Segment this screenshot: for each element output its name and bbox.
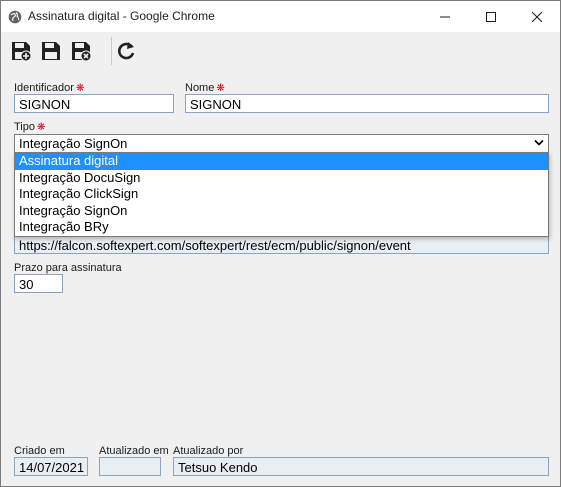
tipo-selected-value: Integração SignOn bbox=[19, 136, 128, 151]
criado-em-label: Criado em bbox=[14, 445, 65, 457]
save-close-icon bbox=[72, 42, 92, 62]
prazo-input[interactable]: 30 bbox=[14, 274, 63, 293]
dropdown-option[interactable]: Integração BRy bbox=[15, 219, 548, 236]
save-new-button[interactable] bbox=[10, 40, 32, 62]
atualizado-por-label: Atualizado por bbox=[173, 445, 244, 457]
minimize-button[interactable] bbox=[422, 1, 468, 32]
window-title: Assinatura digital - Google Chrome bbox=[28, 9, 215, 23]
close-window-button[interactable] bbox=[514, 1, 560, 32]
maximize-icon bbox=[486, 11, 496, 22]
atualizado-em-label: Atualizado em bbox=[99, 445, 169, 457]
minimize-icon bbox=[440, 16, 450, 17]
required-icon: ❋ bbox=[75, 83, 85, 94]
required-icon: ❋ bbox=[37, 122, 46, 133]
browser-window: Assinatura digital - Google Chrome Ident… bbox=[0, 0, 561, 487]
nome-label: Nome ❋ bbox=[185, 82, 225, 94]
atualizado-em-field bbox=[99, 457, 161, 476]
refresh-icon bbox=[118, 42, 135, 60]
refresh-button[interactable] bbox=[115, 40, 137, 62]
identificador-input[interactable]: SIGNON bbox=[14, 94, 174, 113]
toolbar bbox=[1, 32, 560, 71]
tipo-select[interactable]: Integração SignOn bbox=[14, 134, 549, 153]
prazo-label: Prazo para assinatura bbox=[14, 262, 122, 274]
dropdown-option[interactable]: Integração DocuSign bbox=[15, 170, 548, 187]
dropdown-option[interactable]: Integração SignOn bbox=[15, 203, 548, 220]
maximize-button[interactable] bbox=[468, 1, 514, 32]
form-area: Identificador ❋ SIGNON Nome ❋ SIGNON Tipo ❋… bbox=[1, 71, 560, 486]
identificador-label: Identificador ❋ bbox=[14, 82, 85, 94]
save-plus-icon bbox=[12, 42, 32, 62]
nome-input[interactable]: SIGNON bbox=[185, 94, 549, 113]
title-bar: Assinatura digital - Google Chrome bbox=[1, 1, 560, 32]
tipo-dropdown-list[interactable]: Assinatura digital Integração DocuSign I… bbox=[14, 152, 549, 237]
toolbar-separator bbox=[111, 37, 112, 65]
dropdown-option[interactable]: Assinatura digital bbox=[15, 153, 548, 170]
dropdown-option[interactable]: Integração ClickSign bbox=[15, 186, 548, 203]
save-close-button[interactable] bbox=[70, 40, 92, 62]
required-icon: ❋ bbox=[216, 83, 225, 94]
url-field[interactable]: https://falcon.softexpert.com/softexpert… bbox=[14, 235, 549, 254]
save-icon bbox=[42, 42, 60, 60]
tipo-label: Tipo ❋ bbox=[14, 121, 46, 133]
atualizado-por-field: Tetsuo Kendo bbox=[173, 457, 549, 476]
close-icon bbox=[532, 11, 542, 22]
save-button[interactable] bbox=[40, 40, 62, 62]
globe-icon bbox=[8, 10, 22, 24]
criado-em-field: 14/07/2021 bbox=[14, 457, 88, 476]
chevron-down-icon bbox=[534, 139, 544, 146]
